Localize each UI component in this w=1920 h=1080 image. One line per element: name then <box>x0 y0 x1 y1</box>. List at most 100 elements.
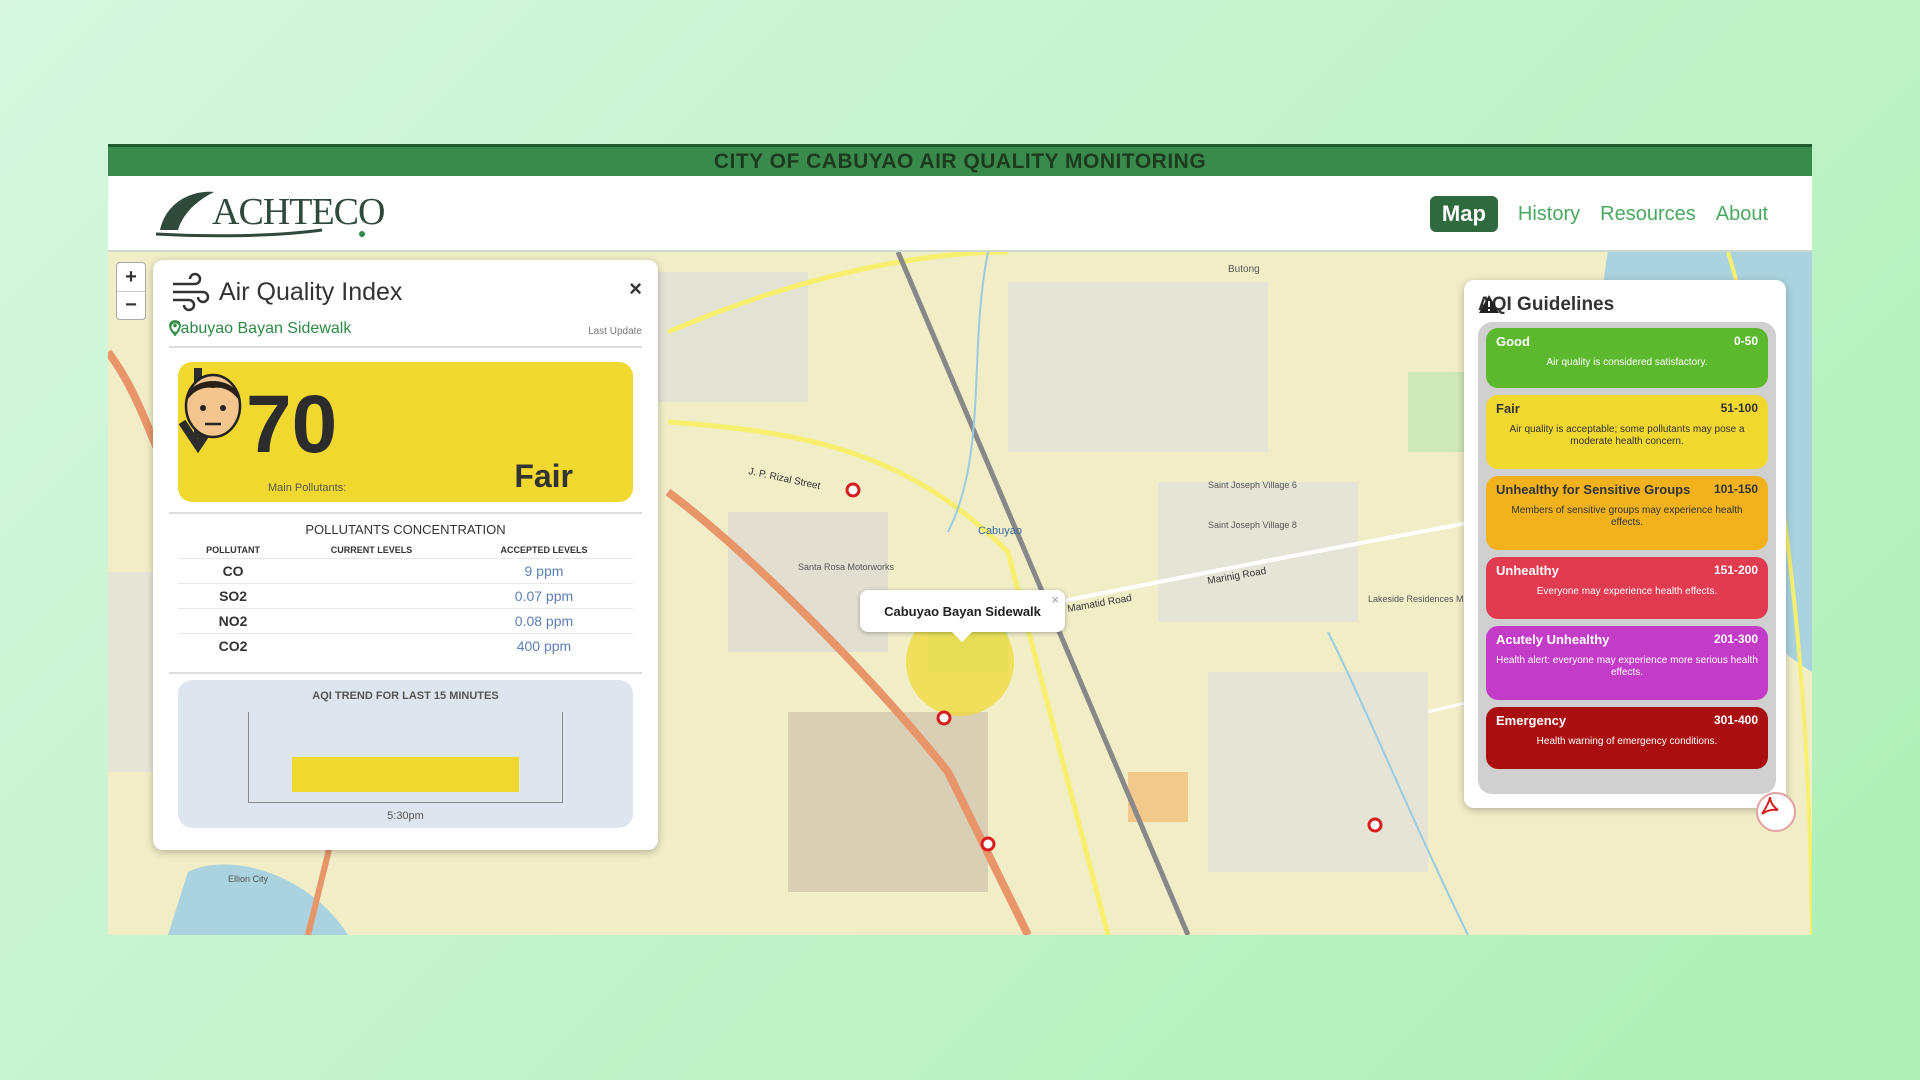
location-popup: Cabuyao Bayan Sidewalk × <box>860 590 1065 642</box>
trend-axis-left <box>248 712 249 802</box>
divider <box>169 672 642 674</box>
guideline-emergency: Emergency 301-400 Health warning of emer… <box>1486 707 1768 769</box>
table-row: SO2 0.07 ppm <box>178 582 633 608</box>
last-update-label: Last Update <box>588 326 642 337</box>
accepted-level-cell: 0.08 ppm <box>454 607 633 633</box>
area-label: Butong <box>1228 264 1260 275</box>
sensor-marker <box>936 710 952 726</box>
pollutant-cell: CO <box>178 557 289 583</box>
close-panel-button[interactable]: × <box>629 276 642 302</box>
location-pin-icon <box>169 320 181 336</box>
column-header: POLLUTANT <box>206 544 260 555</box>
aqi-value-card: 70 Main Pollutants: Fair <box>178 362 633 502</box>
pdf-icon <box>1761 796 1779 815</box>
town-label: Cabuyao <box>978 525 1022 537</box>
guideline-name: Fair <box>1496 401 1520 416</box>
pdf-download-button[interactable] <box>1756 792 1796 832</box>
popup-close-button[interactable]: × <box>1051 592 1059 607</box>
divider <box>169 512 642 514</box>
location-line: Cabuyao Bayan Sidewalk <box>169 320 351 338</box>
current-level-cell <box>288 607 455 633</box>
guideline-range: 101-150 <box>1713 482 1758 496</box>
guideline-range: 201-300 <box>1713 632 1758 646</box>
trend-title: AQI TREND FOR LAST 15 MINUTES <box>312 690 499 702</box>
guideline-desc: Everyone may experience health effects. <box>1536 586 1718 597</box>
trend-x-label: 5:30pm <box>387 810 424 822</box>
guidelines-list: Good 0-50 Air quality is considered sati… <box>1478 322 1776 794</box>
nav-links: Map History Resources About <box>1429 196 1768 232</box>
guideline-unhealthy: Unhealthy 151-200 Everyone may experienc… <box>1486 557 1768 619</box>
guideline-desc: Members of sensitive groups may experien… <box>1511 505 1743 528</box>
pollutants-title: POLLUTANTS CONCENTRATION <box>305 522 506 537</box>
trend-axis-right <box>562 712 563 802</box>
area-label: Saint Joseph Village 6 <box>1208 480 1297 490</box>
pollutant-cell: NO2 <box>178 607 289 633</box>
aqi-category: Fair <box>514 458 573 494</box>
zoom-in-button[interactable]: + <box>117 263 145 291</box>
trend-bar <box>292 757 519 792</box>
street-label: J. P. Rizal Street <box>747 466 821 492</box>
achteco-logo[interactable]: ACHTECO <box>152 184 385 244</box>
sensor-marker <box>980 836 996 852</box>
table-row: CO2 400 ppm <box>178 632 633 658</box>
nav-about[interactable]: About <box>1716 203 1768 226</box>
guideline-range: 301-400 <box>1713 713 1758 727</box>
road-label: Mamatid Road <box>1067 593 1133 615</box>
guideline-unhealthy-sensitive: Unhealthy for Sensitive Groups 101-150 M… <box>1486 476 1768 550</box>
guideline-acutely-unhealthy: Acutely Unhealthy 201-300 Health alert: … <box>1486 626 1768 700</box>
wind-icon <box>173 272 210 312</box>
guideline-name: Good <box>1496 334 1530 349</box>
main-pollutants-label: Main Pollutants: <box>268 482 347 494</box>
pollutant-cell: SO2 <box>178 582 289 608</box>
city-banner: CITY OF CABUYAO AIR QUALITY MONITORING <box>108 144 1812 176</box>
column-header: CURRENT LEVELS <box>330 544 413 555</box>
current-level-cell <box>288 632 455 658</box>
accepted-level-cell: 400 ppm <box>454 632 633 658</box>
popup-label: Cabuyao Bayan Sidewalk <box>884 603 1041 619</box>
guideline-desc: Health warning of emergency conditions. <box>1536 736 1718 747</box>
aqi-title: Air Quality Index <box>219 278 403 306</box>
table-row: NO2 0.08 ppm <box>178 607 633 633</box>
face-icon <box>184 373 242 439</box>
table-row: CO 9 ppm <box>178 557 633 583</box>
guideline-range: 151-200 <box>1713 563 1758 577</box>
map-view[interactable]: J. P. Rizal Street Mamatid Road Marinig … <box>108 252 1812 935</box>
aqi-panel-header: Air Quality Index × Cabuyao Bayan Sidewa… <box>169 272 642 342</box>
location-name: Cabuyao Bayan Sidewalk <box>169 320 352 337</box>
guideline-desc: Air quality is acceptable; some pollutan… <box>1509 424 1745 447</box>
aqi-guidelines-panel: AQI Guidelines Good 0-50 Air quality is … <box>1464 280 1786 808</box>
nav-resources[interactable]: Resources <box>1600 203 1696 226</box>
zoom-out-button[interactable]: − <box>117 291 145 319</box>
pollutants-table: POLLUTANT CURRENT LEVELS ACCEPTED LEVELS… <box>178 542 633 658</box>
aqi-trend-chart: AQI TREND FOR LAST 15 MINUTES 5:30pm <box>178 680 633 828</box>
trend-axis-baseline <box>248 802 563 803</box>
sensor-marker <box>845 482 861 498</box>
divider <box>169 346 642 348</box>
guideline-range: 0-50 <box>1733 334 1758 348</box>
guideline-range: 51-100 <box>1720 401 1758 415</box>
accepted-level-cell: 0.07 ppm <box>454 582 633 608</box>
nav-map[interactable]: Map <box>1429 196 1498 232</box>
area-label: Saint Joseph Village 8 <box>1208 520 1297 530</box>
column-header: ACCEPTED LEVELS <box>500 544 588 555</box>
guideline-fair: Fair 51-100 Air quality is acceptable; s… <box>1486 395 1768 469</box>
guideline-desc: Air quality is considered satisfactory. <box>1546 357 1708 368</box>
guideline-good: Good 0-50 Air quality is considered sati… <box>1486 328 1768 388</box>
sensor-marker <box>1367 817 1383 833</box>
aqi-panel: Air Quality Index × Cabuyao Bayan Sidewa… <box>153 260 658 850</box>
app-window: CITY OF CABUYAO AIR QUALITY MONITORING A… <box>108 144 1812 935</box>
aqi-value: 70 <box>246 379 338 470</box>
logo-text: ACHTECO <box>212 191 385 233</box>
area-label: Santa Rosa Motorworks <box>798 562 895 572</box>
navbar: ACHTECO Map History Resources About <box>108 176 1812 252</box>
pollutant-cell: CO2 <box>178 632 289 658</box>
accepted-level-cell: 9 ppm <box>454 557 633 583</box>
current-level-cell <box>288 557 455 583</box>
area-label: Ellion City <box>228 874 269 884</box>
guideline-desc: Health alert: everyone may experience mo… <box>1496 655 1758 678</box>
guidelines-title-row: AQI Guidelines <box>1478 294 1614 316</box>
current-level-cell <box>288 582 455 608</box>
warning-icon <box>1479 295 1499 313</box>
zoom-control: + − <box>116 262 146 320</box>
nav-history[interactable]: History <box>1518 203 1580 226</box>
